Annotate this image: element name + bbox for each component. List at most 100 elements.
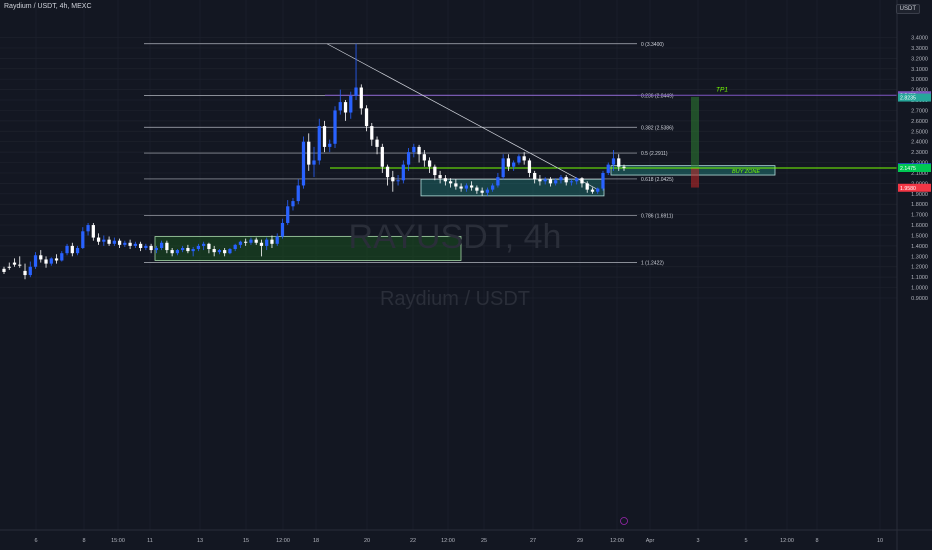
chart-grid bbox=[0, 0, 897, 530]
fib-level-label: 0.236 (2.8449) bbox=[641, 93, 674, 99]
candle-body bbox=[554, 180, 558, 184]
candle-body bbox=[212, 249, 216, 253]
candle-body bbox=[501, 158, 505, 178]
y-tick-label: 1.6000 bbox=[911, 223, 928, 229]
candle-body bbox=[569, 181, 574, 183]
candle-body bbox=[23, 270, 27, 276]
y-tick-label: 1.0000 bbox=[911, 286, 928, 292]
candle-body bbox=[575, 178, 579, 182]
candle-body bbox=[343, 102, 348, 113]
candle-body bbox=[91, 225, 95, 238]
candle-body bbox=[464, 185, 469, 189]
candle-body bbox=[301, 141, 306, 186]
candle-body bbox=[496, 177, 500, 186]
candle-body bbox=[228, 249, 232, 254]
candle-body bbox=[296, 185, 300, 202]
candle-body bbox=[291, 201, 295, 207]
candle-body bbox=[443, 178, 447, 182]
x-tick-label: 25 bbox=[481, 538, 487, 544]
x-tick-label: 10 bbox=[877, 538, 883, 544]
candle-body bbox=[412, 146, 416, 153]
candle-body bbox=[564, 177, 568, 183]
candle-body bbox=[522, 156, 526, 161]
candle-body bbox=[601, 172, 605, 189]
candle-body bbox=[585, 183, 589, 190]
x-tick-label: 8 bbox=[815, 538, 818, 544]
fib-level-label: 1 (1.2422) bbox=[641, 260, 664, 266]
candle-body bbox=[385, 166, 390, 178]
candle-body bbox=[375, 139, 379, 147]
candle-body bbox=[480, 190, 484, 193]
y-tick-label: 3.3000 bbox=[911, 46, 928, 52]
candle-body bbox=[328, 143, 332, 147]
watermark-ticker: RAYUSDT, 4h bbox=[349, 218, 562, 256]
candle-body bbox=[359, 87, 363, 109]
candle-body bbox=[338, 102, 342, 111]
y-tick-label: 3.4000 bbox=[911, 36, 928, 42]
candle-body bbox=[238, 241, 243, 245]
candle-body bbox=[433, 166, 437, 176]
candle-body bbox=[86, 225, 90, 232]
price-label: 1.9580 bbox=[900, 186, 916, 192]
candle-body bbox=[396, 180, 400, 182]
candle-body bbox=[312, 160, 316, 165]
candle-body bbox=[149, 245, 153, 251]
candle-body bbox=[249, 239, 253, 243]
x-tick-label: 12:00 bbox=[276, 538, 290, 544]
candle-body bbox=[233, 244, 237, 250]
candle-body bbox=[322, 126, 327, 147]
fib-level-label: 0.786 (1.6911) bbox=[641, 214, 673, 220]
x-tick-label: 5 bbox=[744, 538, 747, 544]
y-tick-label: 1.2000 bbox=[911, 265, 928, 271]
candle-body bbox=[128, 242, 132, 246]
candle-body bbox=[60, 253, 64, 261]
candle-body bbox=[191, 249, 195, 252]
candle-body bbox=[370, 126, 374, 140]
candle-body bbox=[28, 266, 32, 276]
candle-body bbox=[559, 177, 563, 181]
candle-body bbox=[354, 87, 358, 96]
candle-body bbox=[44, 259, 48, 264]
y-tick-label: 1.1000 bbox=[911, 275, 928, 281]
y-tick-label: 3.0000 bbox=[911, 77, 928, 83]
event-marker-icon bbox=[620, 517, 628, 525]
candle-body bbox=[123, 242, 127, 245]
candle-body bbox=[533, 172, 537, 180]
x-tick-label: 15:00 bbox=[111, 538, 125, 544]
candle-body bbox=[596, 188, 600, 192]
candle-body bbox=[286, 206, 290, 223]
price-chart[interactable]: BUY ZONE TP1 0 (3.3400) 0.236 (2.8449) 0.38… bbox=[0, 0, 932, 550]
y-tick-label: 1.7000 bbox=[911, 213, 928, 219]
candle-body bbox=[548, 179, 553, 184]
candle-body bbox=[33, 255, 38, 267]
candle-body bbox=[491, 185, 495, 190]
y-tick-label: 2.7000 bbox=[911, 108, 928, 114]
candle-body bbox=[543, 179, 547, 182]
candle-body bbox=[401, 164, 405, 181]
candle-body bbox=[102, 239, 106, 242]
candle-body bbox=[512, 162, 516, 167]
y-tick-label: 2.4000 bbox=[911, 140, 928, 146]
candle-body bbox=[154, 247, 159, 251]
candle-body bbox=[448, 181, 453, 184]
quote-currency-badge[interactable]: USDT bbox=[895, 4, 920, 14]
candle-body bbox=[417, 146, 421, 155]
price-label: 2.8235 bbox=[900, 96, 916, 102]
candle-body bbox=[438, 175, 442, 179]
x-tick-label: 13 bbox=[197, 538, 203, 544]
candle-body bbox=[170, 250, 174, 254]
trend-lines[interactable] bbox=[325, 43, 897, 190]
candle-body bbox=[617, 158, 621, 167]
fib-level-label: 0.618 (2.0425) bbox=[641, 177, 674, 183]
candle-body bbox=[333, 110, 337, 144]
x-tick-label: 29 bbox=[577, 538, 583, 544]
candle-body bbox=[622, 166, 626, 168]
x-tick-label: 3 bbox=[696, 538, 699, 544]
candle-body bbox=[517, 156, 521, 163]
candle-body bbox=[175, 250, 180, 254]
candle-body bbox=[380, 146, 384, 167]
candle-body bbox=[265, 239, 269, 246]
candle-body bbox=[307, 141, 311, 165]
x-tick-label: 8 bbox=[82, 538, 85, 544]
candle-body bbox=[580, 178, 584, 184]
